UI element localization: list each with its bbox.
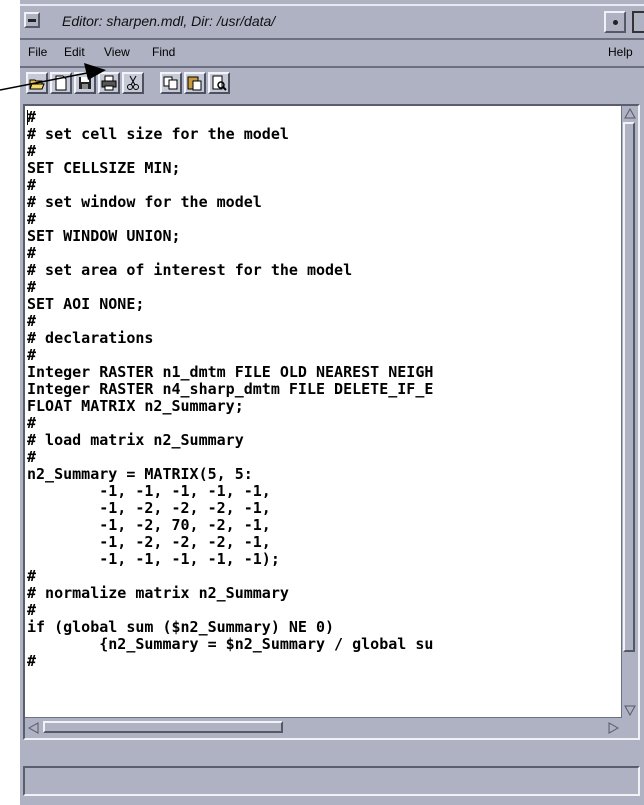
code-line: #: [27, 652, 37, 670]
menu-file[interactable]: File: [28, 45, 47, 59]
new-button[interactable]: [50, 72, 72, 94]
code-line: #: [27, 278, 37, 296]
code-line: n2_Summary = MATRIX(5, 5:: [27, 465, 253, 483]
horizontal-scrollbar[interactable]: [25, 717, 622, 738]
status-bar: [23, 766, 640, 796]
print-button[interactable]: [98, 72, 120, 94]
find-icon: [212, 75, 227, 91]
code-line: if (global sum ($n2_Summary) NE 0): [27, 618, 335, 636]
copy-button[interactable]: [160, 72, 182, 94]
editor-window: Editor: sharpen.mdl, Dir: /usr/data/ Fil…: [18, 0, 644, 805]
menu-view[interactable]: View: [104, 45, 130, 59]
minimize-icon[interactable]: [604, 11, 626, 33]
code-line: {n2_Summary = $n2_Summary / global su: [27, 635, 434, 653]
menu-edit[interactable]: Edit: [64, 45, 85, 59]
code-line: #: [27, 210, 37, 228]
code-line: -1, -2, 70, -2, -1,: [27, 516, 271, 534]
code-line: #: [27, 414, 37, 432]
menu-help[interactable]: Help: [608, 45, 633, 59]
new-icon: [55, 75, 67, 91]
code-line: #: [27, 142, 37, 160]
print-icon: [101, 75, 117, 91]
code-line: -1, -1, -1, -1, -1);: [27, 550, 280, 568]
save-icon: [79, 77, 91, 89]
scroll-corner: [621, 718, 638, 738]
horizontal-scroll-thumb[interactable]: [43, 721, 283, 733]
code-line: # set window for the model: [27, 193, 262, 211]
editor-panel: # # set cell size for the model # SET CELLS…: [23, 104, 640, 740]
code-line: #: [27, 312, 37, 330]
menu-find[interactable]: Find: [152, 45, 175, 59]
code-line: -1, -2, -2, -2, -1,: [27, 499, 271, 517]
window-title: Editor: sharpen.mdl, Dir: /usr/data/: [62, 13, 276, 29]
code-line: #: [27, 108, 37, 126]
vertical-scroll-thumb[interactable]: [623, 122, 635, 652]
code-line: Integer RASTER n4_sharp_dmtm FILE DELETE…: [27, 380, 434, 398]
open-button[interactable]: [26, 72, 48, 94]
code-line: Integer RASTER n1_dmtm FILE OLD NEAREST …: [27, 363, 434, 381]
code-line: SET AOI NONE;: [27, 295, 145, 313]
code-line: # set area of interest for the model: [27, 261, 353, 279]
code-line: #: [27, 601, 37, 619]
title-bar[interactable]: Editor: sharpen.mdl, Dir: /usr/data/: [20, 4, 644, 40]
scroll-down-icon[interactable]: [623, 703, 637, 717]
text-cursor: [27, 110, 28, 125]
toolbar: [20, 68, 644, 100]
code-line: SET WINDOW UNION;: [27, 227, 181, 245]
code-line: FLOAT MATRIX n2_Summary;: [27, 397, 244, 415]
code-line: # declarations: [27, 329, 154, 347]
code-line: #: [27, 244, 37, 262]
scroll-up-icon[interactable]: [623, 107, 637, 121]
scroll-left-icon[interactable]: [27, 721, 41, 735]
scroll-right-icon[interactable]: [606, 721, 620, 735]
save-button[interactable]: [74, 72, 96, 94]
code-line: #: [27, 567, 37, 585]
open-icon: [29, 79, 45, 90]
window-menu-icon[interactable]: [24, 12, 40, 28]
code-line: # normalize matrix n2_Summary: [27, 584, 289, 602]
maximize-icon[interactable]: [632, 11, 644, 33]
menu-bar: File Edit View Find Help: [20, 40, 644, 68]
code-text: # # set cell size for the model # SET CELLS…: [27, 109, 433, 670]
code-line: -1, -2, -2, -2, -1,: [27, 533, 271, 551]
code-line: SET CELLSIZE MIN;: [27, 159, 181, 177]
paste-icon: [187, 76, 202, 91]
vertical-scrollbar[interactable]: [621, 106, 638, 718]
code-line: #: [27, 448, 37, 466]
code-line: # set cell size for the model: [27, 125, 289, 143]
copy-icon: [163, 76, 178, 90]
cut-button[interactable]: [122, 72, 144, 94]
code-line: #: [27, 346, 37, 364]
find-button[interactable]: [208, 72, 230, 94]
code-text-area[interactable]: # # set cell size for the model # SET CELLS…: [25, 106, 622, 718]
paste-button[interactable]: [184, 72, 206, 94]
code-line: # load matrix n2_Summary: [27, 431, 244, 449]
code-line: #: [27, 176, 37, 194]
cut-icon: [127, 75, 139, 90]
code-line: -1, -1, -1, -1, -1,: [27, 482, 271, 500]
